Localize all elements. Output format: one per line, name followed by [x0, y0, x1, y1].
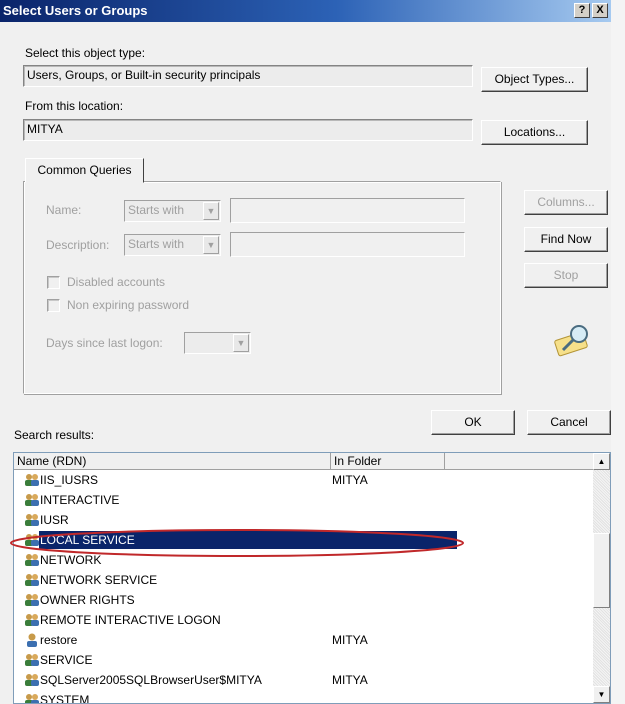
location-label: From this location:: [25, 99, 124, 113]
row-name: REMOTE INTERACTIVE LOGON: [40, 613, 221, 627]
name-match-select[interactable]: Starts with ▼: [124, 200, 221, 222]
row-folder: MITYA: [332, 473, 368, 487]
row-name: SYSTEM: [40, 693, 90, 704]
highlight-ellipse: [10, 529, 464, 557]
object-type-field: Users, Groups, or Built-in security prin…: [23, 65, 473, 87]
object-type-label: Select this object type:: [25, 46, 146, 60]
columns-button[interactable]: Columns...: [524, 190, 608, 215]
name-match-value: Starts with: [128, 203, 185, 217]
tab-common-queries[interactable]: Common Queries: [25, 158, 144, 183]
table-row[interactable]: NETWORK SERVICE: [14, 570, 594, 590]
help-button[interactable]: ?: [574, 3, 590, 18]
row-name: IIS_IUSRS: [40, 473, 99, 487]
disabled-accounts-label: Disabled accounts: [67, 275, 166, 289]
name-input[interactable]: [230, 198, 465, 223]
table-row[interactable]: SYSTEM: [14, 690, 594, 704]
column-header-folder[interactable]: In Folder: [331, 453, 445, 470]
scroll-up-arrow[interactable]: ▲: [593, 453, 610, 470]
table-row[interactable]: SERVICE: [14, 650, 594, 670]
stop-button[interactable]: Stop: [524, 263, 608, 288]
close-button[interactable]: X: [592, 3, 608, 18]
vertical-scrollbar[interactable]: ▲ ▼: [593, 453, 610, 703]
cancel-button[interactable]: Cancel: [527, 410, 611, 435]
row-folder: MITYA: [332, 673, 368, 687]
ok-button[interactable]: OK: [431, 410, 515, 435]
chevron-down-icon: ▼: [203, 202, 219, 220]
days-since-logon-select[interactable]: ▼: [184, 332, 251, 354]
description-input[interactable]: [230, 232, 465, 257]
table-row[interactable]: OWNER RIGHTS: [14, 590, 594, 610]
search-magnifier-icon: [554, 325, 588, 357]
table-row[interactable]: SQLServer2005SQLBrowserUser$MITYA MITYA: [14, 670, 594, 690]
window-edge: [611, 0, 625, 704]
days-since-logon-label: Days since last logon:: [46, 336, 163, 350]
description-match-select[interactable]: Starts with ▼: [124, 234, 221, 256]
chevron-down-icon: ▼: [203, 236, 219, 254]
row-name: SQLServer2005SQLBrowserUser$MITYA: [40, 673, 262, 687]
table-row[interactable]: restore MITYA: [14, 630, 594, 650]
description-label: Description:: [46, 238, 110, 252]
description-match-value: Starts with: [128, 237, 185, 251]
scroll-down-arrow[interactable]: ▼: [593, 686, 610, 703]
row-name: NETWORK SERVICE: [40, 573, 158, 587]
find-now-button[interactable]: Find Now: [524, 227, 608, 252]
search-results-label: Search results:: [14, 428, 95, 442]
title-bar[interactable]: Select Users or Groups: [0, 0, 611, 22]
locations-button[interactable]: Locations...: [481, 120, 588, 145]
row-folder: MITYA: [332, 633, 368, 647]
table-row[interactable]: INTERACTIVE: [14, 490, 594, 510]
chevron-down-icon: ▼: [233, 334, 249, 352]
row-name: restore: [40, 633, 78, 647]
non-expiring-password-checkbox[interactable]: [47, 299, 60, 312]
disabled-accounts-checkbox[interactable]: [47, 276, 60, 289]
column-header-name[interactable]: Name (RDN): [14, 453, 331, 470]
row-name: SERVICE: [40, 653, 93, 667]
location-field: MITYA: [23, 119, 473, 141]
non-expiring-password-label: Non expiring password: [67, 298, 190, 312]
name-label: Name:: [46, 203, 82, 217]
column-header-empty: [445, 453, 594, 470]
scrollbar-thumb[interactable]: [593, 533, 610, 608]
window-title: Select Users or Groups: [3, 3, 148, 18]
select-users-dialog: Select Users or Groups ? X Select this o…: [0, 0, 611, 704]
row-name: OWNER RIGHTS: [40, 593, 135, 607]
search-results-list[interactable]: Name (RDN) In Folder IIS_IUSRS MITYA INTER…: [13, 452, 611, 704]
object-types-button[interactable]: Object Types...: [481, 67, 588, 92]
table-row[interactable]: IIS_IUSRS MITYA: [14, 470, 594, 490]
table-row[interactable]: REMOTE INTERACTIVE LOGON: [14, 610, 594, 630]
row-name: INTERACTIVE: [40, 493, 120, 507]
